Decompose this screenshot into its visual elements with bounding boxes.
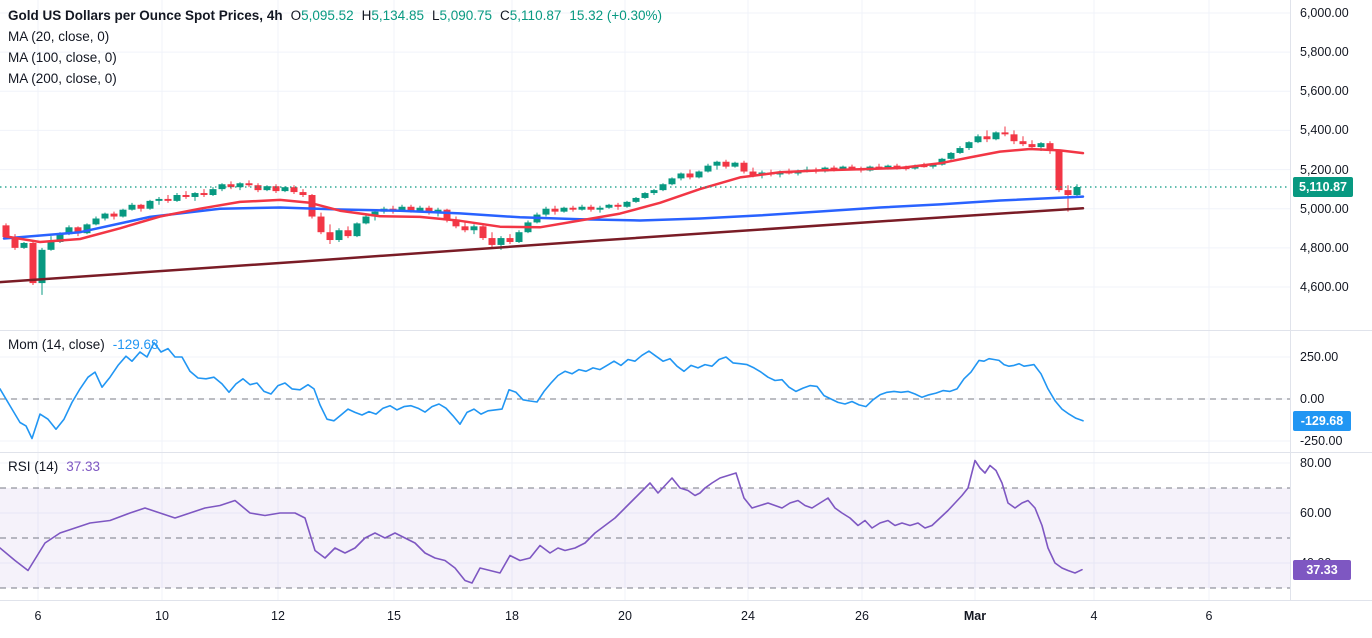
close-value: 5,110.87 (510, 8, 562, 23)
time-axis-label[interactable]: Mar (953, 609, 997, 623)
price-axis-label: 5,800.00 (1300, 44, 1349, 60)
price-axis-label: 250.00 (1300, 349, 1338, 365)
momentum-label: Mom (14, close) (8, 337, 105, 352)
trading-chart-window: Gold US Dollars per Ounce Spot Prices, 4… (0, 0, 1372, 638)
price-axis-label: 5,000.00 (1300, 201, 1349, 217)
rsi-label: RSI (14) (8, 459, 58, 474)
low-value: 5,090.75 (439, 8, 492, 23)
time-axis-label[interactable]: 15 (372, 609, 416, 623)
ma200-legend[interactable]: MA (200, close, 0) (8, 68, 662, 89)
rsi-band (0, 488, 1290, 588)
close-label: C (500, 8, 510, 23)
ma20-legend[interactable]: MA (20, close, 0) (8, 26, 662, 47)
ma100-legend[interactable]: MA (100, close, 0) (8, 47, 662, 68)
last-price-badge: 5,110.87 (1293, 177, 1353, 197)
rsi-legend[interactable]: RSI (14) 37.33 (8, 459, 100, 474)
price-axis-label: 5,600.00 (1300, 83, 1349, 99)
time-axis-label[interactable]: 12 (256, 609, 300, 623)
main-legend: Gold US Dollars per Ounce Spot Prices, 4… (8, 5, 662, 89)
price-axis-label: -250.00 (1300, 433, 1342, 449)
chart-canvas[interactable] (0, 0, 1372, 638)
open-label: O (291, 8, 302, 23)
price-axis-label: 0.00 (1300, 391, 1324, 407)
momentum-value: -129.68 (113, 337, 159, 352)
time-axis-label[interactable]: 10 (140, 609, 184, 623)
candles-layer (3, 127, 1081, 295)
time-axis-label[interactable]: 6 (1187, 609, 1231, 623)
price-axis-label: 5,400.00 (1300, 122, 1349, 138)
time-axis-label[interactable]: 4 (1072, 609, 1116, 623)
price-axis-border (1290, 0, 1291, 600)
rsi-value-badge: 37.33 (1293, 560, 1351, 580)
momentum-legend[interactable]: Mom (14, close) -129.68 (8, 337, 159, 352)
high-value: 5,134.85 (371, 8, 424, 23)
momentum-value-badge: -129.68 (1293, 411, 1351, 431)
symbol-title: Gold US Dollars per Ounce Spot Prices, 4… (8, 8, 283, 23)
ma20-line (4, 149, 1083, 242)
rsi-value: 37.33 (66, 459, 100, 474)
price-axis-label: 4,600.00 (1300, 279, 1349, 295)
change-value: 15.32 (+0.30%) (569, 8, 662, 23)
open-value: 5,095.52 (301, 8, 354, 23)
high-label: H (362, 8, 372, 23)
time-axis-label[interactable]: 20 (603, 609, 647, 623)
price-axis-label: 4,800.00 (1300, 240, 1349, 256)
legend-title-row[interactable]: Gold US Dollars per Ounce Spot Prices, 4… (8, 5, 662, 26)
horizontal-gridlines (0, 13, 1290, 563)
time-axis-label[interactable]: 18 (490, 609, 534, 623)
price-axis-label: 60.00 (1300, 505, 1331, 521)
time-axis-label[interactable]: 26 (840, 609, 884, 623)
price-axis-label: 80.00 (1300, 455, 1331, 471)
price-axis-label: 5,200.00 (1300, 162, 1349, 178)
pane-separator[interactable] (0, 330, 1372, 331)
time-axis-border (0, 600, 1372, 601)
price-axis-label: 6,000.00 (1300, 5, 1349, 21)
pane-separator[interactable] (0, 452, 1372, 453)
time-axis-label[interactable]: 6 (16, 609, 60, 623)
time-axis-label[interactable]: 24 (726, 609, 770, 623)
